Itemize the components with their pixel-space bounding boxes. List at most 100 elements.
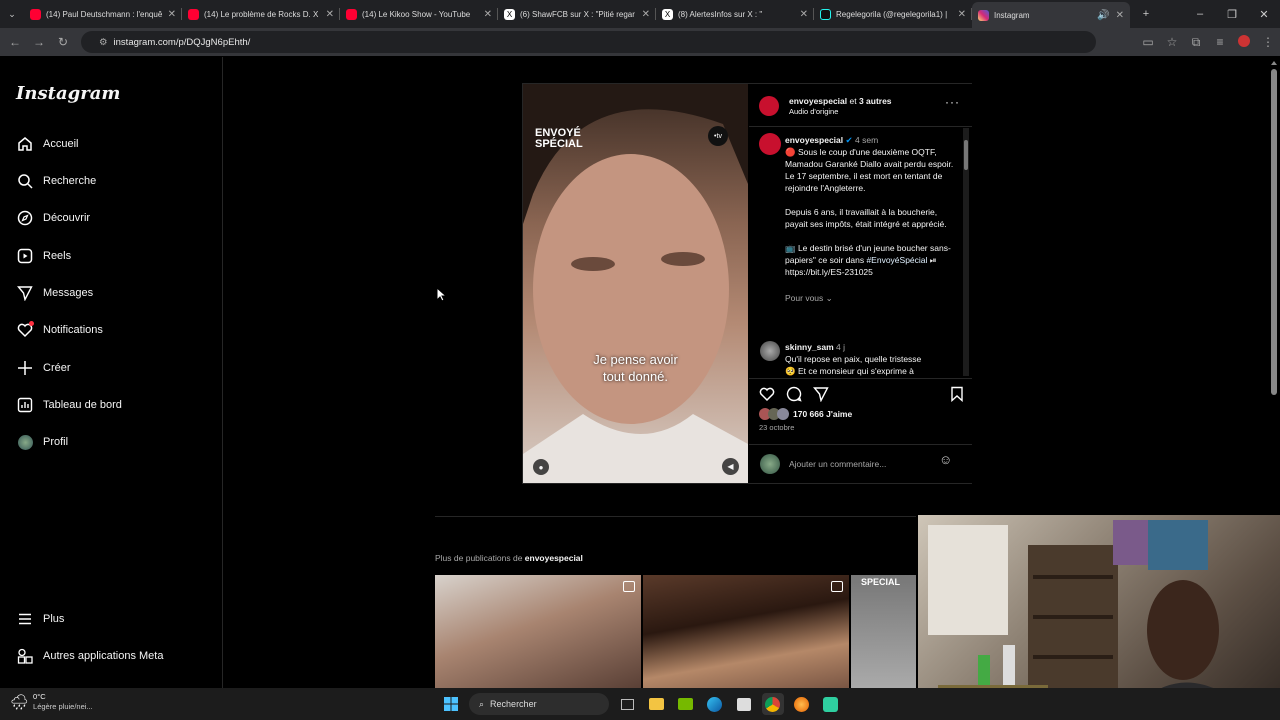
more-options-icon[interactable]: ··· bbox=[945, 96, 960, 108]
account-avatar[interactable] bbox=[759, 96, 779, 116]
minimize-icon[interactable]: – bbox=[1184, 8, 1216, 20]
site-info-icon[interactable]: ⚙ bbox=[99, 37, 108, 48]
youtube-icon bbox=[30, 8, 41, 20]
hashtag-link[interactable]: #EnvoyéSpécial bbox=[866, 255, 927, 265]
close-tab-icon[interactable]: ✕ bbox=[642, 9, 650, 20]
file-explorer-icon[interactable] bbox=[646, 693, 668, 715]
home-icon bbox=[16, 135, 34, 153]
dashboard-icon bbox=[16, 396, 34, 414]
coauthors-link[interactable]: 3 autres bbox=[859, 96, 892, 106]
nav-more[interactable]: Plus bbox=[16, 609, 64, 629]
close-tab-icon[interactable]: ✕ bbox=[168, 9, 176, 20]
x-logo-icon: X bbox=[662, 8, 673, 20]
profile-icon[interactable] bbox=[1232, 34, 1256, 50]
browser-menu-icon[interactable]: ⋮ bbox=[1256, 35, 1280, 49]
post-thumbnail[interactable] bbox=[435, 575, 641, 688]
extensions-icon[interactable]: ⧉ bbox=[1184, 35, 1208, 50]
browser-tab[interactable]: X (8) AlertesInfos sur X : " ✕ bbox=[656, 3, 814, 25]
audio-link[interactable]: Audio d'origine bbox=[789, 106, 838, 118]
reels-icon bbox=[16, 247, 34, 265]
comment-input[interactable]: Ajouter un commentaire... bbox=[789, 458, 886, 470]
compass-icon bbox=[16, 209, 34, 227]
firefox-icon[interactable] bbox=[791, 693, 813, 715]
post-sidebar: envoyespecial et 3 autres Audio d'origin… bbox=[749, 84, 972, 483]
post-thumbnail[interactable] bbox=[643, 575, 849, 688]
tagged-user-icon[interactable]: ● bbox=[533, 459, 549, 475]
edge-icon[interactable] bbox=[704, 693, 726, 715]
caption-avatar[interactable] bbox=[759, 133, 781, 155]
nav-create[interactable]: Créer bbox=[16, 358, 71, 378]
close-tab-icon[interactable]: ✕ bbox=[958, 9, 966, 20]
instagram-icon bbox=[978, 9, 989, 21]
cast-icon[interactable]: ▭ bbox=[1136, 35, 1160, 49]
avatar bbox=[16, 433, 34, 451]
forward-icon[interactable]: → bbox=[27, 35, 51, 49]
instagram-logo[interactable]: Instagram bbox=[16, 83, 120, 104]
mute-tab-icon[interactable]: 🔊 bbox=[1097, 10, 1109, 21]
nav-meta-apps[interactable]: Autres applications Meta bbox=[16, 646, 163, 666]
close-tab-icon[interactable]: ✕ bbox=[326, 9, 334, 20]
task-view-icon[interactable] bbox=[617, 693, 639, 715]
nav-reels[interactable]: Reels bbox=[16, 246, 71, 266]
nav-notifications[interactable]: Notifications bbox=[16, 320, 103, 340]
more-posts-account[interactable]: envoyespecial bbox=[525, 553, 583, 563]
likes-count[interactable]: 170 666 J'aime bbox=[793, 409, 852, 419]
meta-apps-icon bbox=[16, 647, 34, 665]
nvidia-icon[interactable] bbox=[675, 693, 697, 715]
address-bar[interactable]: ⚙ instagram.com/p/DQJgN6pEhth/ bbox=[81, 31, 1096, 53]
close-tab-icon[interactable]: ✕ bbox=[484, 9, 492, 20]
video-subtitle: Je pense avoir tout donné. bbox=[593, 352, 678, 384]
nav-search[interactable]: Recherche bbox=[16, 171, 96, 191]
media-control-icon[interactable]: ≡ bbox=[1208, 35, 1232, 49]
app-icon[interactable] bbox=[820, 693, 842, 715]
browser-tab[interactable]: (14) Le problème de Rocks D. X ✕ bbox=[182, 3, 340, 25]
caption-author[interactable]: envoyespecial bbox=[785, 135, 843, 145]
browser-tab[interactable]: (14) Le Kikoo Show - YouTube ✕ bbox=[340, 3, 498, 25]
browser-tab[interactable]: (14) Paul Deutschmann : l'enquê ✕ bbox=[24, 3, 182, 25]
post-thumbnail[interactable]: SPECIAL bbox=[851, 575, 916, 688]
tab-search-button[interactable]: ⌄ bbox=[0, 9, 24, 20]
reload-icon[interactable]: ↻ bbox=[51, 35, 75, 49]
weather-widget[interactable]: 🌧 0°C Légère pluie/nei... bbox=[10, 692, 93, 712]
nav-messages[interactable]: Messages bbox=[16, 283, 93, 303]
commenter-name[interactable]: skinny_sam bbox=[785, 342, 834, 352]
nav-profile[interactable]: Profil bbox=[16, 432, 68, 452]
close-tab-icon[interactable]: ✕ bbox=[800, 9, 808, 20]
browser-tab-active[interactable]: Instagram 🔊 ✕ bbox=[972, 2, 1130, 28]
post-date: 23 octobre bbox=[759, 423, 795, 432]
like-icon[interactable] bbox=[759, 386, 775, 407]
comments-scrollbar[interactable] bbox=[963, 128, 969, 376]
windows-taskbar: 🌧 0°C Légère pluie/nei... ⌕ Rechercher bbox=[0, 688, 1280, 720]
emoji-icon[interactable]: ☺ bbox=[939, 453, 952, 466]
browser-tab[interactable]: X (6) ShawFCB sur X : "Pitié regar ✕ bbox=[498, 3, 656, 25]
see-translation[interactable]: Pour vous ⌄ bbox=[785, 292, 955, 304]
close-window-icon[interactable]: ✕ bbox=[1248, 8, 1280, 21]
bookmark-star-icon[interactable]: ☆ bbox=[1160, 35, 1184, 49]
share-icon[interactable] bbox=[813, 386, 829, 407]
new-tab-button[interactable]: + bbox=[1130, 8, 1162, 20]
notification-dot bbox=[29, 321, 34, 326]
store-icon[interactable] bbox=[733, 693, 755, 715]
reel-video[interactable]: ENVOYÉ SPÉCIAL •tv Je pense avoir tout don… bbox=[523, 84, 748, 483]
back-icon[interactable]: ← bbox=[3, 35, 27, 49]
nav-explore[interactable]: Découvrir bbox=[16, 208, 90, 228]
likes-row: 170 666 J'aime bbox=[759, 407, 852, 421]
commenter-avatar[interactable] bbox=[760, 341, 780, 361]
restore-icon[interactable]: ❐ bbox=[1216, 8, 1248, 21]
divider bbox=[749, 378, 972, 379]
france-tv-badge: •tv bbox=[708, 126, 728, 146]
nav-dashboard[interactable]: Tableau de bord bbox=[16, 395, 122, 415]
chrome-icon[interactable] bbox=[761, 693, 784, 715]
taskbar-search[interactable]: ⌕ Rechercher bbox=[469, 693, 609, 715]
volume-icon[interactable]: ◀ bbox=[722, 458, 739, 475]
browser-tab[interactable]: Regelegorila (@regelegorila1) | ✕ bbox=[814, 3, 972, 25]
author-link[interactable]: envoyespecial bbox=[789, 96, 847, 106]
nav-home[interactable]: Accueil bbox=[16, 134, 78, 154]
start-icon[interactable] bbox=[440, 693, 462, 715]
save-icon[interactable] bbox=[950, 386, 964, 407]
comment: skinny_sam 4 j Qu'il repose en paix, que… bbox=[785, 342, 922, 376]
comment-icon[interactable] bbox=[786, 386, 802, 407]
close-tab-icon[interactable]: ✕ bbox=[1116, 10, 1124, 21]
scrollbar-thumb[interactable] bbox=[1271, 69, 1277, 395]
heart-icon bbox=[16, 321, 34, 339]
